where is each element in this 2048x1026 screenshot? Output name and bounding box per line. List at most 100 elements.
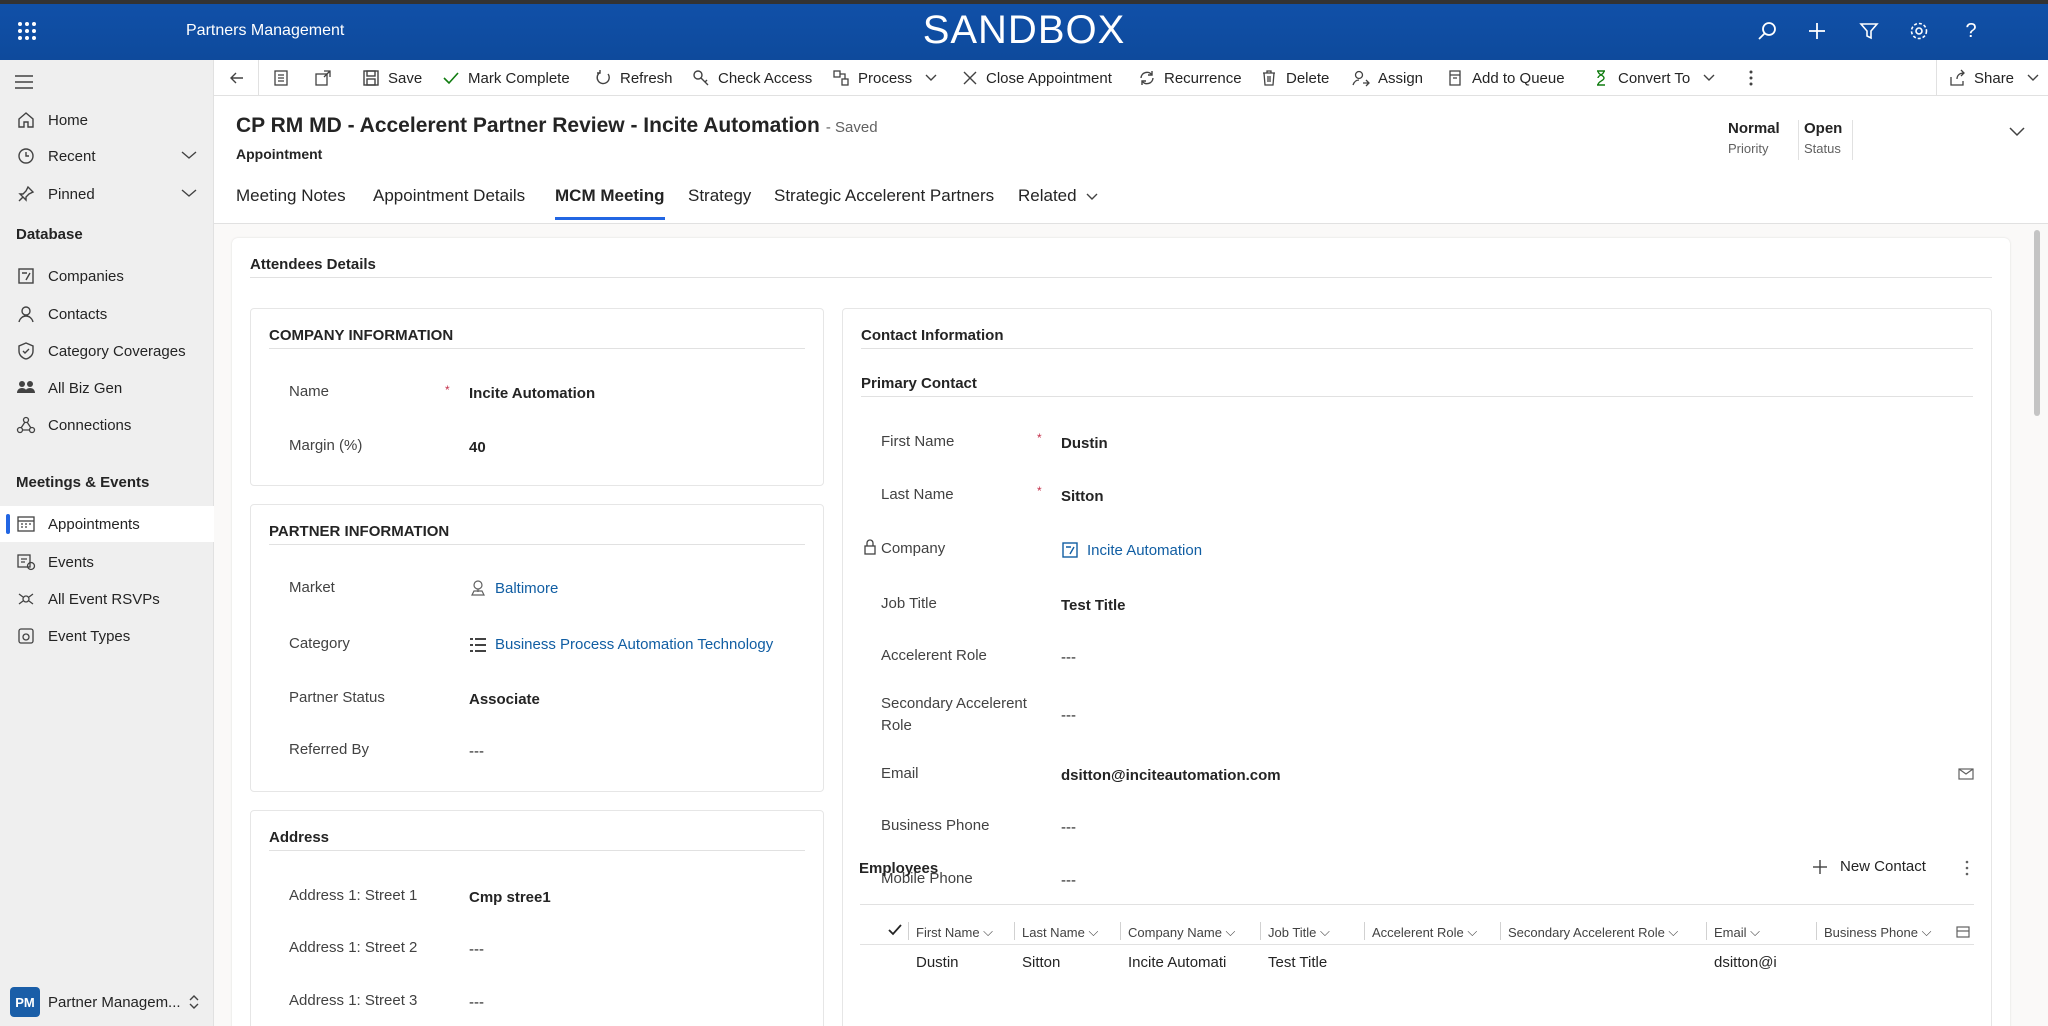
street1-value[interactable]: Cmp stree1 xyxy=(469,889,551,906)
filter-icon[interactable] xyxy=(1856,18,1882,44)
check-access-button[interactable]: Check Access xyxy=(692,60,812,96)
attendees-section: Attendees Details COMPANY INFORMATION Na… xyxy=(232,238,2010,1026)
close-appointment-button[interactable]: Close Appointment xyxy=(962,60,1112,96)
search-icon[interactable] xyxy=(1754,18,1780,44)
cell-first-name[interactable]: Dustin xyxy=(916,954,959,971)
sidebar-item-appointments[interactable]: Appointments xyxy=(0,506,214,542)
tab-strategic-accelerent-partners[interactable]: Strategic Accelerent Partners xyxy=(774,186,994,220)
column-header-email[interactable]: Email ⌵ xyxy=(1714,924,1760,940)
sidebar-item-recent[interactable]: Recent xyxy=(0,138,214,174)
sidebar-item-connections[interactable]: Connections xyxy=(0,407,214,443)
expand-header-icon[interactable] xyxy=(2008,126,2026,138)
main-content[interactable]: Attendees Details COMPANY INFORMATION Na… xyxy=(214,224,2048,1026)
recurrence-button[interactable]: Recurrence xyxy=(1138,60,1242,96)
last-name-value[interactable]: Sitton xyxy=(1061,488,1104,505)
header-field-priority[interactable]: Normal Priority xyxy=(1728,120,1780,156)
column-options-icon[interactable] xyxy=(1956,926,1970,938)
send-email-icon[interactable] xyxy=(1957,767,1975,781)
app-launcher-icon[interactable] xyxy=(14,18,40,44)
cell-job-title[interactable]: Test Title xyxy=(1268,954,1327,971)
column-header-accelerent-role[interactable]: Accelerent Role ⌵ xyxy=(1372,924,1477,940)
tab-related[interactable]: Related xyxy=(1018,186,1099,220)
tab-meeting-notes[interactable]: Meeting Notes xyxy=(236,186,346,220)
sidebar-item-category-coverages[interactable]: Category Coverages xyxy=(0,333,214,369)
street2-value[interactable]: --- xyxy=(469,941,484,958)
cell-last-name[interactable]: Sitton xyxy=(1022,954,1060,971)
scrollbar[interactable] xyxy=(2034,230,2040,416)
tab-mcm-meeting[interactable]: MCM Meeting xyxy=(555,186,665,220)
process-label: Process xyxy=(858,69,913,87)
first-name-value[interactable]: Dustin xyxy=(1061,435,1108,452)
select-all-checkmark-icon[interactable] xyxy=(888,924,902,936)
referred-by-value[interactable]: --- xyxy=(469,743,484,760)
column-header-job-title[interactable]: Job Title ⌵ xyxy=(1268,924,1330,940)
delete-button[interactable]: Delete xyxy=(1260,60,1329,96)
share-label: Share xyxy=(1974,69,2015,87)
back-icon[interactable] xyxy=(228,60,254,96)
app-name[interactable]: Partners Management xyxy=(186,22,344,40)
column-header-first-name[interactable]: First Name ⌵ xyxy=(916,924,993,940)
street3-value[interactable]: --- xyxy=(469,994,484,1011)
partner-status-label: Partner Status xyxy=(289,689,385,706)
divider xyxy=(269,850,805,851)
chevron-down-icon[interactable] xyxy=(180,186,198,200)
more-commands-icon[interactable] xyxy=(1748,60,1762,96)
sidebar-item-event-types[interactable]: Event Types xyxy=(0,618,214,654)
accelerent-role-value[interactable]: --- xyxy=(1061,649,1076,666)
more-options-icon[interactable] xyxy=(1964,860,1970,876)
mark-complete-button[interactable]: Mark Complete xyxy=(442,60,570,96)
hamburger-icon[interactable] xyxy=(14,74,34,90)
assign-button[interactable]: Assign xyxy=(1352,60,1423,96)
cell-company-name[interactable]: Incite Automati xyxy=(1128,954,1226,971)
plus-icon[interactable] xyxy=(1804,18,1830,44)
save-button[interactable]: Save xyxy=(362,60,422,96)
sidebar-item-pinned[interactable]: Pinned xyxy=(0,176,214,212)
category-link[interactable]: Business Process Automation Technology xyxy=(469,636,773,653)
process-button[interactable]: Process xyxy=(832,60,946,96)
recurrence-label: Recurrence xyxy=(1164,69,1242,87)
sidebar-item-contacts[interactable]: Contacts xyxy=(0,296,214,332)
email-value[interactable]: dsitton@inciteautomation.com xyxy=(1061,767,1281,784)
business-phone-value[interactable]: --- xyxy=(1061,819,1076,836)
first-name-label: First Name xyxy=(881,433,955,450)
convert-to-button[interactable]: Convert To xyxy=(1592,60,1724,96)
partner-status-value[interactable]: Associate xyxy=(469,691,540,708)
company-label: Company xyxy=(881,540,946,557)
column-header-company-name[interactable]: Company Name ⌵ xyxy=(1128,924,1235,940)
sidebar-item-all-biz-gen[interactable]: All Biz Gen xyxy=(0,370,214,406)
tab-appointment-details[interactable]: Appointment Details xyxy=(373,186,525,220)
divider xyxy=(1706,922,1707,940)
gear-icon[interactable] xyxy=(1906,18,1932,44)
contact-information-card: Contact Information Primary Contact Firs… xyxy=(842,308,1992,1026)
tab-strategy[interactable]: Strategy xyxy=(688,186,751,220)
sidebar-item-home[interactable]: Home xyxy=(0,102,214,138)
company-link[interactable]: Incite Automation xyxy=(1061,541,1202,559)
area-switcher[interactable]: PM Partner Managem... xyxy=(0,978,214,1026)
header-field-status[interactable]: Open Status xyxy=(1804,120,1842,156)
market-link[interactable]: Baltimore xyxy=(469,579,558,597)
refresh-button[interactable]: Refresh xyxy=(594,60,673,96)
employees-title: Employees xyxy=(859,860,939,877)
column-header-business-phone[interactable]: Business Phone ⌵ xyxy=(1824,924,1931,940)
job-title-value[interactable]: Test Title xyxy=(1061,597,1125,614)
column-header-secondary-accelerent-role[interactable]: Secondary Accelerent Role ⌵ xyxy=(1508,924,1678,940)
new-contact-button[interactable]: New Contact xyxy=(1812,858,1926,875)
sidebar-item-events[interactable]: Events xyxy=(0,544,214,580)
mobile-phone-value[interactable]: --- xyxy=(1061,872,1076,889)
popout-icon[interactable] xyxy=(314,60,340,96)
chevron-down-icon[interactable] xyxy=(180,148,198,162)
cell-email[interactable]: dsitton@i xyxy=(1714,954,1777,971)
share-button[interactable]: Share xyxy=(1948,60,2048,96)
help-icon[interactable]: ? xyxy=(1958,18,1984,44)
column-header-last-name[interactable]: Last Name ⌵ xyxy=(1022,924,1098,940)
card-title: PARTNER INFORMATION xyxy=(269,523,450,540)
sidebar-item-label: All Biz Gen xyxy=(48,379,123,397)
sidebar-item-companies[interactable]: Companies xyxy=(0,258,214,294)
margin-value[interactable]: 40 xyxy=(469,439,486,456)
add-to-queue-button[interactable]: Add to Queue xyxy=(1446,60,1565,96)
sidebar-item-all-event-rsvps[interactable]: All Event RSVPs xyxy=(0,581,214,617)
name-value[interactable]: Incite Automation xyxy=(469,385,595,402)
margin-label: Margin (%) xyxy=(289,437,363,454)
secondary-role-value[interactable]: --- xyxy=(1061,707,1076,724)
form-icon[interactable] xyxy=(272,60,298,96)
